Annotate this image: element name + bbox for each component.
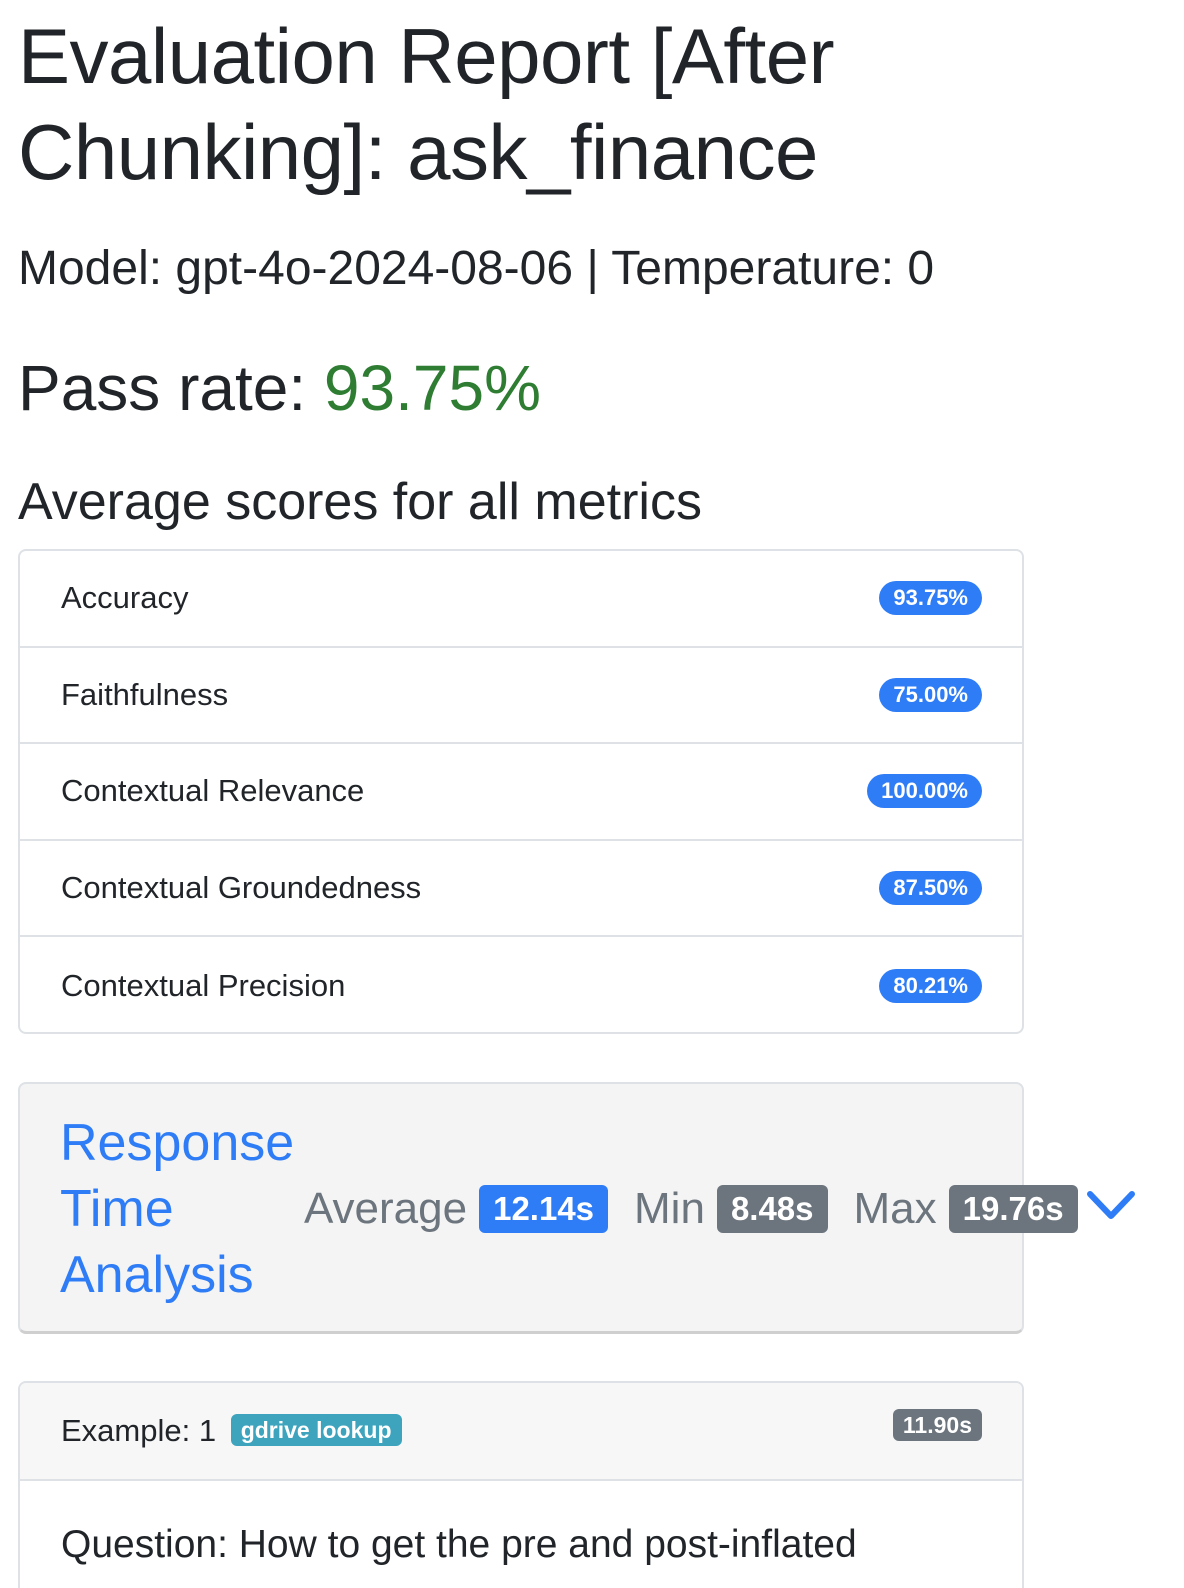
- metric-score-badge: 87.50%: [879, 871, 982, 906]
- page-title: Evaluation Report [After Chunking]: ask_…: [18, 12, 835, 196]
- metric-score-badge: 75.00%: [879, 677, 982, 712]
- evaluation-report-page: Evaluation Report [After Chunking]: ask_…: [0, 0, 1184, 1588]
- pass-rate-value: 93.75%: [323, 352, 541, 424]
- min-badge: 8.48s: [716, 1185, 828, 1233]
- metric-label: Contextual Relevance: [61, 773, 365, 809]
- example-number: Example: 1: [61, 1413, 217, 1448]
- average-label: Average: [304, 1184, 468, 1233]
- metrics-list: Accuracy 93.75% Faithfulness 75.00% Cont…: [18, 549, 1024, 1034]
- metric-label: Contextual Precision: [61, 967, 346, 1003]
- metric-row-contextual-precision: Contextual Precision 80.21%: [20, 937, 1022, 1032]
- metric-row-contextual-relevance: Contextual Relevance 100.00%: [20, 744, 1022, 841]
- min-label: Min: [634, 1184, 705, 1233]
- metrics-heading: Average scores for all metrics: [18, 473, 702, 531]
- response-time-title: Response Time Analysis: [60, 1114, 295, 1304]
- example-time-badge: 11.90s: [892, 1409, 982, 1441]
- example-label: Example: 1 gdrive lookup: [61, 1413, 402, 1449]
- metric-score-badge: 80.21%: [879, 968, 982, 1003]
- metric-label: Accuracy: [61, 580, 189, 616]
- pass-rate: Pass rate: 93.75%: [18, 350, 541, 426]
- pass-rate-label: Pass rate:: [18, 352, 307, 424]
- metric-row-accuracy: Accuracy 93.75%: [20, 551, 1022, 648]
- example-tag-badge: gdrive lookup: [230, 1414, 402, 1446]
- metric-score-badge: 93.75%: [879, 581, 982, 616]
- metric-label: Contextual Groundedness: [61, 870, 422, 906]
- chevron-down-icon[interactable]: [1086, 1188, 1136, 1224]
- max-label: Max: [853, 1184, 937, 1233]
- example-card: Example: 1 gdrive lookup 11.90s Question…: [18, 1381, 1024, 1588]
- model-info: Model: gpt-4o-2024-08-06 | Temperature: …: [18, 242, 935, 295]
- metric-row-contextual-groundedness: Contextual Groundedness 87.50%: [20, 841, 1022, 938]
- example-question: Question: How to get the pre and post-in…: [61, 1523, 857, 1566]
- max-badge: 19.76s: [948, 1185, 1078, 1233]
- metric-row-faithfulness: Faithfulness 75.00%: [20, 648, 1022, 745]
- example-header: Example: 1 gdrive lookup 11.90s: [20, 1383, 1022, 1481]
- response-time-accordion-header[interactable]: Response Time Analysis Average 12.14s Mi…: [18, 1082, 1078, 1334]
- average-badge: 12.14s: [479, 1185, 609, 1233]
- metric-label: Faithfulness: [61, 676, 229, 712]
- metric-score-badge: 100.00%: [867, 774, 982, 809]
- response-time-stats: Average 12.14s Min 8.48s Max 19.76s: [304, 1184, 1104, 1234]
